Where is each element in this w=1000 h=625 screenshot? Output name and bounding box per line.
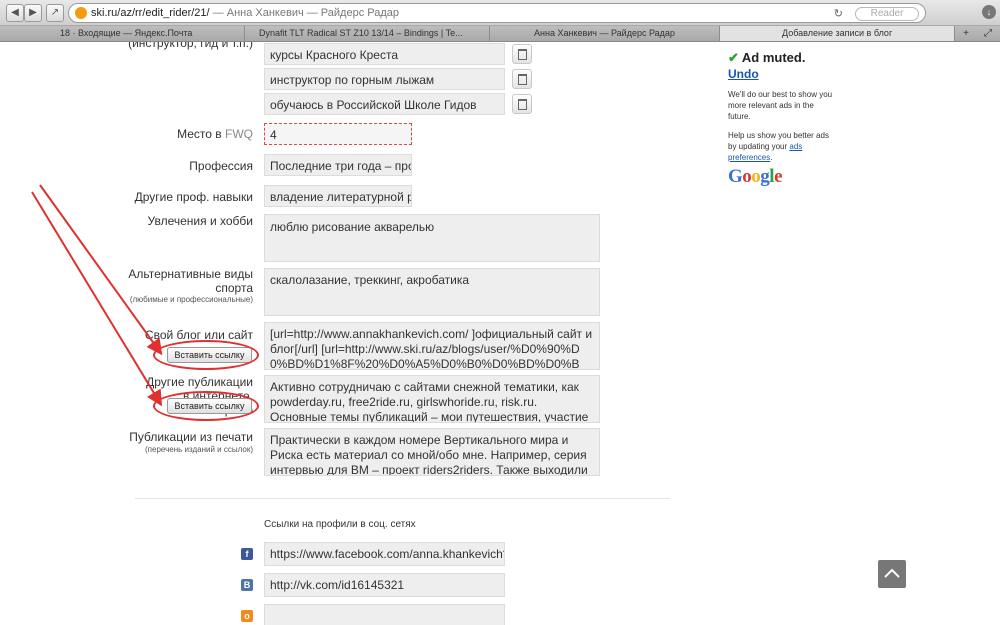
ad-message-1: We'll do our best to show you more relev… — [728, 90, 833, 121]
arrow-to-pubs-link — [31, 191, 163, 407]
download-icon[interactable]: ↓ — [982, 5, 996, 19]
print-pubs-field[interactable]: Практически в каждом номере Вертикальног… — [264, 428, 600, 476]
back-icon[interactable]: ◀ — [6, 4, 24, 22]
address-bar[interactable]: ski.ru/az/rr/edit_rider/21/ — Анна Ханке… — [68, 3, 926, 23]
qualification-field-2[interactable]: инструктор по горным лыжам — [264, 68, 505, 90]
arrow-to-blog-link — [39, 184, 163, 356]
section-divider — [135, 498, 670, 499]
facebook-field[interactable]: https://www.facebook.com/anna.khankevich… — [264, 542, 505, 566]
delete-qualification-3-button[interactable] — [512, 94, 532, 114]
blog-field[interactable]: [url=http://www.annakhankevich.com/ ]офи… — [264, 322, 600, 370]
qualification-field-1[interactable]: курсы Красного Креста — [264, 43, 505, 65]
vk-field[interactable]: http://vk.com/id16145321 — [264, 573, 505, 597]
tab-yandex-mail[interactable]: 18 · Входящие — Яндекс.Почта — [0, 26, 245, 41]
scroll-top-icon — [884, 568, 900, 578]
profession-field[interactable]: Последние три года – прор — [264, 154, 412, 176]
check-icon: ✔ — [728, 50, 739, 65]
trash-icon — [518, 99, 527, 110]
new-tab-icon[interactable]: + — [958, 26, 974, 41]
ad-muted-panel: ✔ Ad muted. Undo We'll do our best to sho… — [728, 50, 836, 188]
other-skills-field[interactable]: владение литературной ре — [264, 185, 412, 207]
page-content: (инструктор, гид и т.п.) курсы Красного … — [0, 42, 1000, 625]
odnoklassniki-field[interactable] — [264, 604, 505, 625]
tab-riders-radar[interactable]: Анна Ханкевич — Райдерс Радар — [490, 26, 720, 41]
print-pubs-sublabel: (перечень изданий и ссылок) — [145, 445, 253, 454]
tab-dynafit[interactable]: Dynafit TLT Radical ST Z10 13/14 – Bindi… — [245, 26, 490, 41]
site-favicon-icon — [75, 7, 87, 19]
reload-icon[interactable]: ↻ — [834, 7, 843, 20]
delete-qualification-2-button[interactable] — [512, 69, 532, 89]
tab-list-icon[interactable]: ⤢ — [980, 26, 996, 41]
odnoklassniki-icon: o — [241, 610, 253, 622]
print-pubs-label: Публикации из печати — [129, 430, 253, 444]
alt-sports-field[interactable]: скалолазание, треккинг, акробатика — [264, 268, 600, 316]
url-text: ski.ru/az/rr/edit_rider/21/ — Анна Ханке… — [91, 7, 399, 19]
social-section-title: Ссылки на профили в соц. сетях — [264, 519, 416, 530]
trash-icon — [518, 74, 527, 85]
google-logo: Google — [728, 166, 782, 187]
vk-icon: B — [241, 579, 253, 591]
other-pubs-field[interactable]: Активно сотрудничаю с сайтами снежной те… — [264, 375, 600, 423]
trash-icon — [518, 49, 527, 60]
reader-button[interactable]: Reader — [855, 7, 919, 21]
browser-toolbar: ◀ ▶ ↗ ski.ru/az/rr/edit_rider/21/ — Анна… — [0, 0, 1000, 26]
facebook-icon: f — [241, 548, 253, 560]
qualification-field-3[interactable]: обучаюсь в Российской Школе Гидов — [264, 93, 505, 115]
delete-qualification-1-button[interactable] — [512, 44, 532, 64]
undo-link[interactable]: Undo — [728, 67, 836, 81]
ad-muted-title: ✔ Ad muted. — [728, 50, 806, 65]
annotation-arrows — [31, 184, 163, 407]
place-field[interactable]: 4 — [264, 123, 412, 145]
tab-bar: 18 · Входящие — Яндекс.Почта Dynafit TLT… — [0, 26, 1000, 42]
forward-icon[interactable]: ▶ — [24, 4, 42, 22]
hobbies-field[interactable]: люблю рисование акварелью — [264, 214, 600, 262]
scroll-top-button[interactable] — [878, 560, 906, 588]
ad-message-2: Help us show you better ads by updating … — [728, 131, 829, 162]
share-icon[interactable]: ↗ — [46, 4, 64, 22]
tab-add-blog-post[interactable]: Добавление записи в блог — [720, 26, 955, 41]
